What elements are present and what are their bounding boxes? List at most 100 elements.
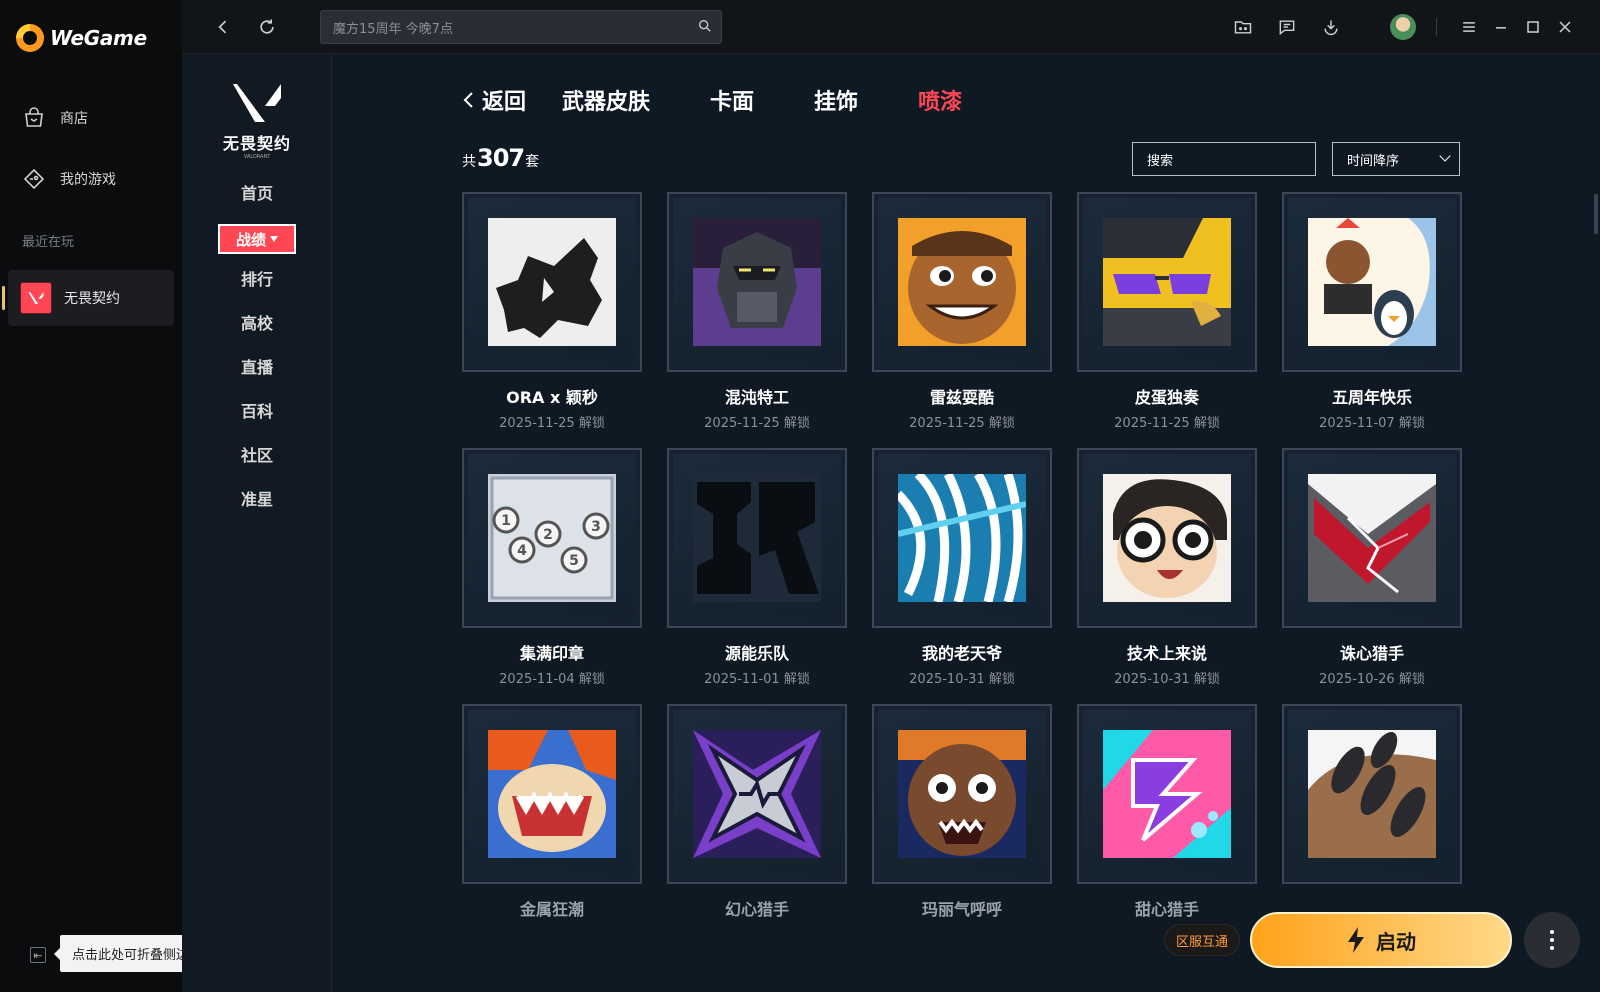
spray-name: 五周年快乐 xyxy=(1331,388,1412,407)
spray-name: 幻心猎手 xyxy=(724,900,789,919)
more-dot-icon xyxy=(1550,930,1554,934)
spray-card[interactable]: 甜心猎手 xyxy=(1077,704,1257,924)
spray-card[interactable]: 技术上来说 2025-10-31 解锁 xyxy=(1077,448,1257,687)
spray-image xyxy=(693,218,821,346)
main-content: 返回 武器皮肤 卡面 挂饰 喷漆 共 307 套 搜索 时间降序 ORA x 颖… xyxy=(332,54,1600,992)
game-nav-crosshair[interactable]: 准星 xyxy=(182,486,332,510)
tab-cards[interactable]: 卡面 xyxy=(710,84,754,116)
spray-card[interactable]: 金属狂潮 xyxy=(462,704,642,924)
spray-name: 技术上来说 xyxy=(1126,644,1207,663)
tab-sprays[interactable]: 喷漆 xyxy=(918,84,962,116)
search-input[interactable]: 魔方15周年 今晚7点 xyxy=(320,10,722,44)
back-button[interactable]: 返回 xyxy=(462,84,526,116)
game-controller-icon xyxy=(23,168,45,190)
spray-date: 2025-11-25 解锁 xyxy=(704,416,810,431)
spray-image xyxy=(1103,474,1231,602)
menu-icon[interactable] xyxy=(1456,14,1482,40)
refresh-icon[interactable] xyxy=(254,14,280,40)
minimize-icon[interactable] xyxy=(1488,14,1514,40)
app-sidebar: WeGame 商店 我的游戏 最近在玩 无畏契约 ⇤ xyxy=(0,0,182,992)
sidebar-item-store[interactable]: 商店 xyxy=(22,106,88,130)
svg-text:2: 2 xyxy=(543,527,553,543)
collapse-sidebar-icon[interactable]: ⇤ xyxy=(30,947,46,963)
sidebar-item-label: 我的游戏 xyxy=(60,172,116,188)
spray-date: 2025-11-04 解锁 xyxy=(499,672,605,687)
lightning-icon xyxy=(1348,927,1364,953)
valorant-logo[interactable]: 无畏契约 VALORANT xyxy=(222,82,292,160)
spray-card[interactable]: 源能乐队 2025-11-01 解锁 xyxy=(667,448,847,687)
wegame-logo[interactable]: WeGame xyxy=(16,24,147,52)
game-nav: 无畏契约 VALORANT 首页 战绩 排行 高校 直播 百科 社区 准星 xyxy=(182,54,332,992)
spray-card[interactable] xyxy=(1282,704,1462,896)
maximize-icon[interactable] xyxy=(1520,14,1546,40)
spray-name: 我的老天爷 xyxy=(921,644,1002,663)
game-nav-community[interactable]: 社区 xyxy=(182,442,332,466)
spray-card[interactable]: 雷兹耍酷 2025-11-25 解锁 xyxy=(872,192,1052,431)
spray-name: 甜心猎手 xyxy=(1134,900,1199,919)
top-bar: 魔方15周年 今晚7点 xyxy=(182,0,1600,54)
more-options-button[interactable] xyxy=(1524,912,1580,968)
spray-card[interactable]: 我的老天爷 2025-10-31 解锁 xyxy=(872,448,1052,687)
user-avatar[interactable] xyxy=(1390,14,1416,40)
game-nav-home[interactable]: 首页 xyxy=(182,180,332,204)
game-nav-college[interactable]: 高校 xyxy=(182,310,332,334)
spray-card[interactable]: 玛丽气呼呼 xyxy=(872,704,1052,924)
spray-image xyxy=(1103,218,1231,346)
game-nav-live[interactable]: 直播 xyxy=(182,354,332,378)
download-icon[interactable] xyxy=(1318,14,1344,40)
svg-text:5: 5 xyxy=(569,553,579,569)
sort-label: 时间降序 xyxy=(1347,153,1400,169)
total-count: 共 307 套 xyxy=(462,144,539,172)
spray-image xyxy=(1103,730,1231,858)
category-tabs: 返回 武器皮肤 卡面 挂饰 喷漆 xyxy=(462,84,1022,116)
recent-game-item[interactable]: 无畏契约 xyxy=(2,270,174,326)
spray-card[interactable]: ORA x 颖秒 2025-11-25 解锁 xyxy=(462,192,642,431)
spray-name: 玛丽气呼呼 xyxy=(921,900,1002,919)
spray-date: 2025-11-07 解锁 xyxy=(1319,416,1425,431)
launch-button[interactable]: 启动 xyxy=(1250,912,1512,968)
message-icon[interactable] xyxy=(1274,14,1300,40)
spray-card[interactable]: 幻心猎手 xyxy=(667,704,847,924)
svg-text:4: 4 xyxy=(517,543,527,559)
spray-card[interactable]: 皮蛋独奏 2025-11-25 解锁 xyxy=(1077,192,1257,431)
tab-weapon-skins[interactable]: 武器皮肤 xyxy=(562,84,650,116)
back-icon[interactable] xyxy=(210,14,236,40)
close-icon[interactable] xyxy=(1552,14,1578,40)
game-name: 无畏契约 xyxy=(222,134,291,153)
sort-select[interactable]: 时间降序 xyxy=(1332,142,1460,176)
spray-card[interactable]: 五周年快乐 2025-11-07 解锁 xyxy=(1282,192,1462,431)
chevron-left-icon xyxy=(463,92,473,108)
game-nav-rank[interactable]: 排行 xyxy=(182,266,332,290)
spray-name: 雷兹耍酷 xyxy=(929,388,994,407)
recent-game-name: 无畏契约 xyxy=(64,291,120,307)
count-suffix: 套 xyxy=(525,154,540,170)
game-name-en: VALORANT xyxy=(243,154,271,160)
game-nav-wiki[interactable]: 百科 xyxy=(182,398,332,422)
spray-name: 金属狂潮 xyxy=(519,900,584,919)
more-dot-icon xyxy=(1550,946,1554,950)
game-nav-record[interactable]: 战绩 xyxy=(218,224,296,254)
spray-card[interactable]: 1 2 3 4 5 集满印章 2025-11-04 解锁 xyxy=(462,448,642,687)
spray-card[interactable]: 诛心猎手 2025-10-26 解锁 xyxy=(1282,448,1462,687)
region-badge[interactable]: 区服互通 xyxy=(1164,924,1240,956)
spray-search-input[interactable]: 搜索 xyxy=(1132,142,1316,176)
spray-date: 2025-11-25 解锁 xyxy=(1114,416,1220,431)
valorant-logo-icon xyxy=(233,84,281,122)
spray-image xyxy=(1308,730,1436,858)
scrollbar[interactable] xyxy=(1594,194,1598,234)
tab-charms[interactable]: 挂饰 xyxy=(814,84,858,116)
folder-icon[interactable] xyxy=(1230,14,1256,40)
search-icon[interactable] xyxy=(697,18,713,34)
sidebar-item-label: 商店 xyxy=(60,111,88,127)
spray-image xyxy=(693,730,821,858)
spray-date: 2025-11-25 解锁 xyxy=(909,416,1015,431)
svg-text:1: 1 xyxy=(501,513,511,529)
spray-image xyxy=(693,474,821,602)
spray-card[interactable]: 混沌特工 2025-11-25 解锁 xyxy=(667,192,847,431)
spray-image xyxy=(898,218,1026,346)
spray-date: 2025-10-31 解锁 xyxy=(1114,672,1220,687)
sidebar-item-mygames[interactable]: 我的游戏 xyxy=(22,167,116,191)
spray-image xyxy=(488,730,616,858)
spray-name: 集满印章 xyxy=(519,644,584,663)
count-value: 307 xyxy=(477,144,525,172)
